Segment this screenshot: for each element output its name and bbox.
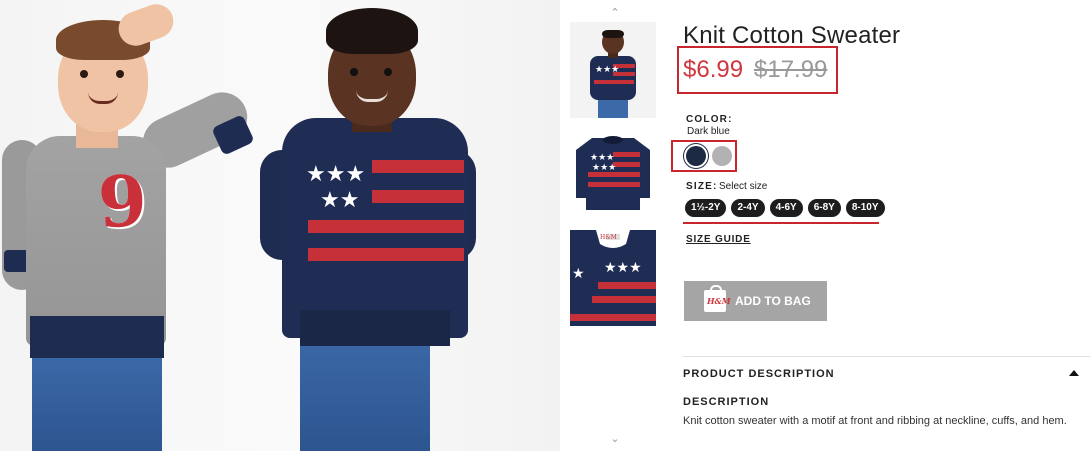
thumbnail-sweater-detail[interactable]: H&M ★★★ ★ [570,230,656,326]
size-option-1-5-2y[interactable]: 1½-2Y [685,199,727,217]
thumbnail-gallery: ⌃ ★★★ ★★★ ★★★ H&M ★★★ ★ ⌄ [570,0,660,451]
chevron-down-icon[interactable]: ⌄ [570,432,660,445]
main-product-image: 9 ★★★ ★★ [0,0,560,451]
add-to-bag-label: ADD TO BAG [735,294,811,308]
description-text: Knit cotton sweater with a motif at fron… [683,415,1067,427]
model-grey-sweater: 9 [0,0,260,451]
description-subheading: DESCRIPTION [683,396,770,408]
thumbnail-flag-sweater-flat[interactable]: ★★★ ★★★ [570,126,656,222]
shopping-bag-icon: H&M [704,285,731,312]
svg-text:H&M: H&M [600,234,617,241]
original-price: $17.99 [754,56,828,83]
sale-price: $6.99 [683,56,744,83]
size-option-2-4y[interactable]: 2-4Y [731,199,765,217]
color-label: COLOR: [686,114,733,125]
size-hint: Select size [719,181,768,192]
product-info-panel: Knit Cotton Sweater $6.99 $17.99 COLOR: … [671,0,1090,451]
svg-text:★★★: ★★★ [604,260,642,276]
svg-text:★★★: ★★★ [595,65,619,75]
selected-color-name: Dark blue [687,126,730,137]
size-label: SIZE: [686,181,718,192]
thumbnail-boy-flag-sweater[interactable]: ★★★ [570,22,656,118]
svg-text:★★★: ★★★ [592,163,616,173]
caret-up-icon[interactable] [1069,370,1079,376]
size-option-4-6y[interactable]: 4-6Y [769,199,803,217]
size-highlight-underline [683,222,879,224]
svg-text:★: ★ [572,266,585,282]
size-guide-link[interactable]: SIZE GUIDE [686,234,751,245]
add-to-bag-button[interactable]: H&M ADD TO BAG [684,281,827,321]
size-option-6-8y[interactable]: 6-8Y [807,199,841,217]
svg-text:★★★: ★★★ [590,153,614,163]
product-description-toggle[interactable]: PRODUCT DESCRIPTION [683,368,835,380]
section-divider [683,356,1090,357]
color-swatch-dark-blue[interactable] [686,146,706,166]
color-swatch-grey[interactable] [712,146,732,166]
model-flag-sweater: ★★★ ★★ [260,0,490,451]
size-option-8-10y[interactable]: 8-10Y [845,199,885,217]
size-options: 1½-2Y 2-4Y 4-6Y 6-8Y 8-10Y [685,199,885,217]
chevron-up-icon[interactable]: ⌃ [570,6,660,19]
bag-brand-text: H&M [707,296,731,306]
